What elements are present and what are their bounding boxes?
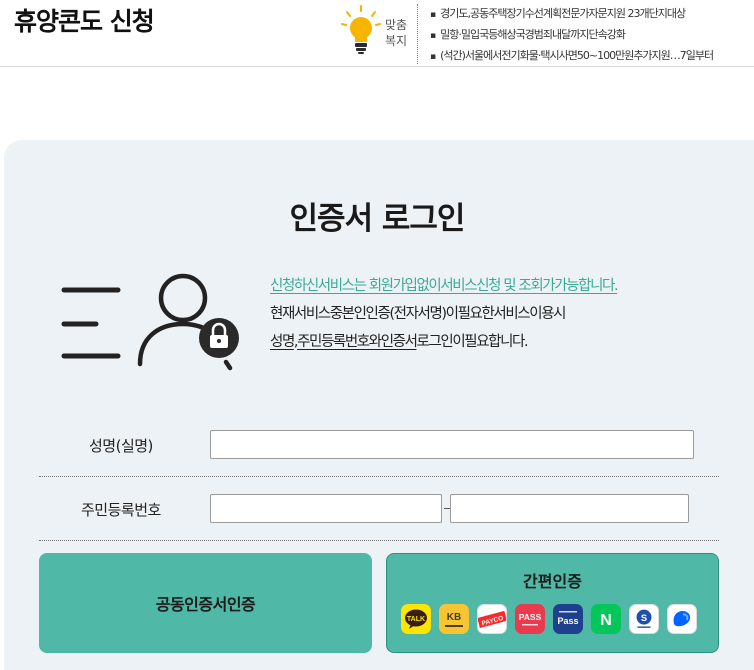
- login-title: 인증서 로그인: [289, 201, 466, 237]
- user-lock-icon: [61, 273, 239, 371]
- simple-auth-panel: 간편인증 TALK KB PAYCO PASS Pass N S: [386, 553, 719, 653]
- custom-welfare-label: 맞춤 복지: [384, 18, 408, 48]
- kb-icon[interactable]: KB: [439, 604, 469, 634]
- name-input[interactable]: [210, 430, 694, 459]
- service-description: 신청하신서비스는 회원가입없이서비스신청 및 조회가가능합니다. 현재서비스중본…: [270, 272, 740, 356]
- simple-auth-title: 간편인증: [523, 572, 582, 591]
- description-underline-rrn: 주민등록번호와인증서: [297, 334, 418, 350]
- news-item[interactable]: (석간)서울에서전기화물·택시사면50~100만원추가지원…7일부터: [430, 46, 714, 67]
- rrn-back-input[interactable]: [450, 494, 689, 523]
- joint-certificate-button[interactable]: 공동인증서인증: [39, 553, 372, 653]
- rrn-label: 주민등록번호: [81, 501, 161, 519]
- toss-icon[interactable]: [667, 604, 697, 634]
- page-title: 휴양콘도 신청: [14, 7, 155, 36]
- description-line-end: 로그인이필요합니다.: [416, 334, 529, 350]
- pass-icon[interactable]: PASS: [515, 604, 545, 634]
- top-header: 휴양콘도 신청 맞춤 복지 경기도,공동주택장기수선계획전문가자문지원 23개단…: [0, 0, 754, 67]
- header-divider: [417, 4, 418, 64]
- kb-label: KB: [447, 612, 461, 623]
- samsung-pass-icon[interactable]: Pass: [553, 604, 583, 634]
- news-list: 경기도,공동주택장기수선계획전문가자문지원 23개단지대상 밀항·밀입국등해상국…: [430, 4, 714, 67]
- kakao-icon[interactable]: TALK: [401, 604, 431, 634]
- joint-certificate-label: 공동인증서인증: [155, 595, 256, 614]
- divider-dotted: [39, 476, 719, 477]
- divider-dotted: [39, 540, 719, 541]
- lightbulb-icon: [341, 5, 381, 54]
- name-label: 성명(실명): [89, 437, 153, 455]
- payco-icon[interactable]: PAYCO: [477, 604, 507, 634]
- samsung-pass-label: Pass: [557, 616, 578, 626]
- naver-label: N: [600, 612, 612, 629]
- rrn-front-input[interactable]: [210, 494, 442, 523]
- shinhan-icon[interactable]: S: [629, 604, 659, 634]
- pass-label: PASS: [519, 612, 542, 622]
- description-underline-name: 성명: [270, 334, 295, 350]
- news-item[interactable]: 경기도,공동주택장기수선계획전문가자문지원 23개단지대상: [430, 4, 713, 25]
- shinhan-label: S: [641, 613, 647, 623]
- kakao-label: TALK: [407, 616, 425, 623]
- description-highlight: 신청하신서비스는 회원가입없이서비스신청 및 조회가가능합니다.: [270, 278, 619, 294]
- naver-icon[interactable]: N: [591, 604, 621, 634]
- description-line: 현재서비스중본인인증(전자서명)이필요한서비스이용시: [270, 306, 566, 322]
- news-item[interactable]: 밀항·밀입국등해상국경범죄내달까지단속강화: [430, 25, 713, 46]
